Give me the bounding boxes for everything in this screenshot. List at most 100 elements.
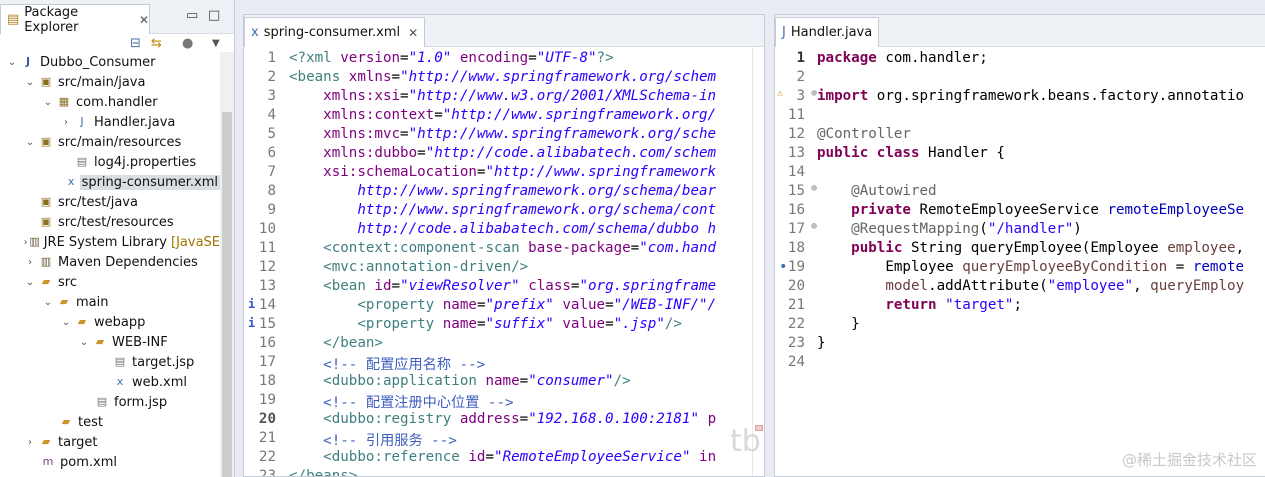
chevron-down-icon[interactable]: ⌄: [22, 77, 38, 88]
tree-item-label: webapp: [94, 314, 146, 330]
code-line: http://www.springframework.org/schema/be…: [357, 183, 717, 199]
tree-item[interactable]: › ▥ JRE System Library [JavaSE: [0, 232, 220, 252]
explorer-scrollbar[interactable]: [220, 52, 234, 477]
tree-item[interactable]: ⌄ ▰ main: [0, 292, 220, 312]
package-explorer-tabbar: ▤ Package Explorer ✕ ▭ □: [0, 0, 234, 35]
source-folder-icon: ▣: [40, 215, 52, 228]
chevron-down-icon[interactable]: ⌄: [58, 317, 74, 328]
code-line: <dubbo:reference id="RemoteEmployeeServi…: [323, 449, 717, 465]
code-line: public String queryEmployee(Employee emp…: [851, 240, 1245, 256]
line-number: 22: [787, 316, 805, 332]
properties-file-icon: ▤: [76, 155, 88, 168]
tree-item[interactable]: ▣ src/test/java: [0, 192, 220, 212]
minimize-icon[interactable]: ▭: [186, 8, 198, 23]
line-number: 10: [258, 221, 276, 237]
watermark-background: tb: [730, 424, 761, 459]
code-line: package com.handler;: [817, 50, 988, 66]
tree-item-label: web.xml: [132, 374, 187, 390]
line-number: 13: [787, 145, 805, 161]
xml-code-area[interactable]: 1 <?xml version="1.0" encoding="UTF-8"?> 2…: [244, 47, 764, 476]
tree-item-label: spring-consumer.xml: [79, 174, 220, 190]
line-number: 23: [258, 468, 276, 476]
chevron-right-icon[interactable]: ›: [58, 117, 74, 128]
focus-icon[interactable]: ●: [182, 36, 193, 51]
tree-item-selected[interactable]: x spring-consumer.xml: [0, 172, 220, 192]
tree-item-label: JRE System Library: [43, 234, 167, 250]
tree-item-label: main: [76, 294, 109, 310]
xml-file-icon: x: [251, 25, 259, 40]
line-number: 9: [267, 202, 276, 218]
chevron-down-icon[interactable]: ⌄: [22, 277, 38, 288]
chevron-down-icon[interactable]: ⌄: [4, 57, 20, 68]
library-icon: ▥: [29, 235, 40, 248]
line-number: 14: [787, 164, 805, 180]
tree-item[interactable]: ⌄ ▣ src/main/resources: [0, 132, 220, 152]
collapse-all-icon[interactable]: ⊟: [130, 36, 141, 51]
xml-overview-ruler[interactable]: [752, 47, 764, 476]
tree-item[interactable]: ⌄ ▣ src/main/java: [0, 72, 220, 92]
line-number: 15: [787, 183, 805, 199]
code-line: }: [817, 335, 826, 351]
line-number: 20: [258, 411, 276, 427]
package-explorer-title: Package Explorer: [24, 4, 79, 35]
tree-item[interactable]: ▤ form.jsp: [0, 392, 220, 412]
line-number: 17: [258, 354, 276, 370]
source-folder-icon: ▣: [40, 75, 52, 88]
tab-spring-consumer-xml[interactable]: x spring-consumer.xml ✕: [244, 17, 426, 47]
xml-file-icon: x: [67, 175, 75, 188]
close-icon[interactable]: ✕: [139, 13, 149, 27]
tree-item[interactable]: m pom.xml: [0, 452, 220, 472]
tree-item[interactable]: › ▰ target: [0, 432, 220, 452]
tab-label: spring-consumer.xml: [263, 25, 401, 40]
chevron-down-icon[interactable]: ⌄: [40, 97, 56, 108]
code-line: xmlns:xsi="http://www.w3.org/2001/XMLSch…: [323, 88, 717, 104]
line-number: 24: [787, 354, 805, 370]
tree-item[interactable]: › ▥ Maven Dependencies: [0, 252, 220, 272]
tree-item-label: src/main/java: [58, 74, 146, 90]
package-explorer-tab[interactable]: ▤ Package Explorer ✕: [0, 4, 150, 35]
java-file-icon: J: [80, 115, 84, 128]
tree-item[interactable]: ⌄ ▰ webapp: [0, 312, 220, 332]
close-icon[interactable]: ✕: [408, 26, 418, 40]
line-number: 16: [258, 335, 276, 351]
info-marker-icon[interactable]: i: [248, 316, 255, 330]
link-editor-icon[interactable]: ⇆: [151, 36, 162, 51]
source-folder-icon: ▣: [40, 135, 52, 148]
tree-item[interactable]: ▤ target.jsp: [0, 352, 220, 372]
tree-item[interactable]: ▰ test: [0, 412, 220, 432]
line-number: 18: [787, 240, 805, 256]
tree-item[interactable]: ▣ src/test/resources: [0, 212, 220, 232]
tree-item[interactable]: ▤ log4j.properties: [0, 152, 220, 172]
view-menu-icon[interactable]: ▼: [212, 38, 220, 49]
java-code-area[interactable]: 1 package com.handler; 2 3 ⊕ ⚠ import org.spri…: [775, 47, 1265, 476]
chevron-right-icon[interactable]: ›: [22, 257, 38, 268]
tree-item-label: test: [78, 414, 103, 430]
line-number: 11: [258, 240, 276, 256]
java-editor: J Handler.java 1 package com.handler; 2 3 ⊕ ⚠…: [774, 14, 1265, 477]
code-line: model.addAttribute("employee", queryEmpl…: [885, 278, 1245, 294]
tree-item[interactable]: ⌄ ▦ com.handler: [0, 92, 220, 112]
tree-item[interactable]: x web.xml: [0, 372, 220, 392]
tree-item[interactable]: › J Handler.java: [0, 112, 220, 132]
scrollbar-thumb[interactable]: [222, 112, 232, 477]
code-line: <!-- 配置注册中心位置 -->: [323, 395, 514, 411]
line-number: 20: [787, 278, 805, 294]
info-marker-icon[interactable]: i: [248, 297, 255, 311]
watermark: @稀土掘金技术社区: [1121, 451, 1257, 469]
source-folder-icon: ▣: [40, 195, 52, 208]
tree-item[interactable]: ⌄ ▰ WEB-INF: [0, 332, 220, 352]
chevron-right-icon[interactable]: ›: [22, 437, 38, 448]
line-number: 12: [787, 126, 805, 142]
chevron-down-icon[interactable]: ⌄: [22, 137, 38, 148]
tree-item[interactable]: ⌄ J Dubbo_Consumer: [0, 52, 220, 72]
xml-editor-tabbar: x spring-consumer.xml ✕: [244, 15, 764, 47]
file-icon: ▤: [96, 395, 108, 408]
tab-handler-java[interactable]: J Handler.java: [775, 17, 880, 47]
project-icon: J: [25, 55, 31, 68]
chevron-down-icon[interactable]: ⌄: [76, 337, 92, 348]
maximize-icon[interactable]: □: [208, 8, 220, 23]
tree-item[interactable]: ⌄ ▰ src: [0, 272, 220, 292]
chevron-right-icon[interactable]: ›: [22, 237, 29, 248]
tree-item-label: target.jsp: [132, 354, 195, 370]
chevron-down-icon[interactable]: ⌄: [40, 297, 56, 308]
